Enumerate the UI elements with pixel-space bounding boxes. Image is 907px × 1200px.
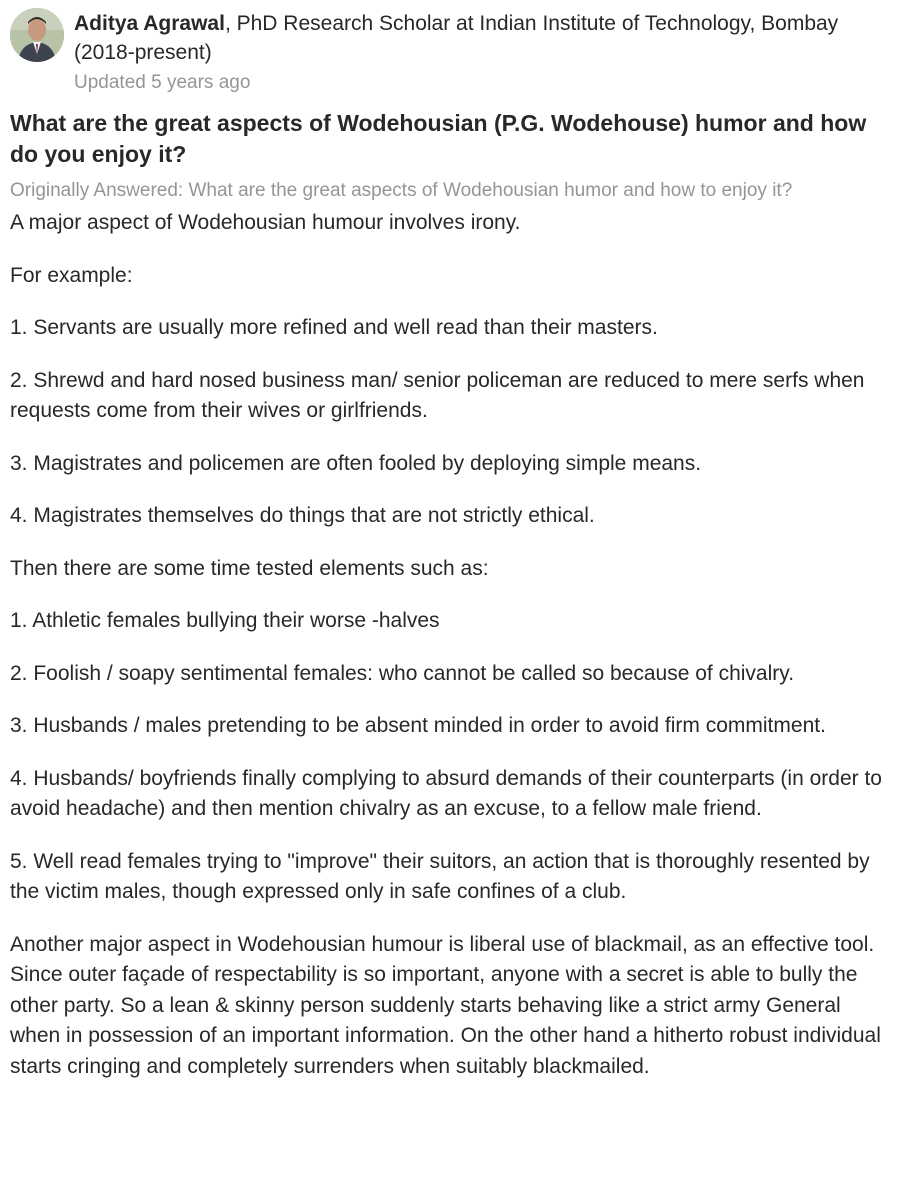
originally-answered-label: Originally Answered: (10, 180, 189, 201)
answer-paragraph: 1. Athletic females bullying their worse… (10, 609, 440, 632)
answer-paragraph: 2. Foolish / soapy sentimental females: … (10, 661, 795, 685)
author-name[interactable]: Aditya Agrawal (74, 12, 225, 35)
originally-answered-question[interactable]: What are the great aspects of Wodehousia… (188, 180, 792, 201)
answer-card: Aditya Agrawal, PhD Research Scholar at … (0, 0, 907, 1200)
answer-paragraph: 2. Shrewd and hard nosed business man/ s… (10, 368, 865, 423)
answer-paragraph: 4. Magistrates themselves do things that… (10, 504, 595, 527)
answer-paragraph: 5. Well read females trying to "improve"… (10, 849, 870, 904)
updated-timestamp[interactable]: Updated 5 years ago (74, 70, 893, 96)
answer-paragraph: 3. Husbands / males pretending to be abs… (10, 714, 826, 737)
avatar-photo-icon (10, 8, 64, 62)
answer-paragraph: 3. Magistrates and policemen are often f… (10, 451, 702, 475)
originally-answered: Originally Answered: What are the great … (10, 178, 893, 204)
author-line: Aditya Agrawal, PhD Research Scholar at … (74, 9, 893, 67)
answer-paragraph: A major aspect of Wodehousian humour inv… (10, 211, 521, 234)
answer-paragraph: 4. Husbands/ boyfriends finally complyin… (10, 766, 882, 821)
author-header: Aditya Agrawal, PhD Research Scholar at … (10, 0, 893, 96)
question-title[interactable]: What are the great aspects of Wodehousia… (10, 108, 893, 170)
answer-paragraph: 1. Servants are usually more refined and… (10, 316, 658, 339)
author-avatar[interactable] (10, 8, 64, 62)
answer-paragraph: Another major aspect in Wodehousian humo… (10, 932, 881, 1078)
answer-paragraph: For example: (10, 263, 133, 287)
answer-body: A major aspect of Wodehousian humour inv… (10, 208, 893, 1082)
author-info: Aditya Agrawal, PhD Research Scholar at … (74, 8, 893, 96)
answer-paragraph: Then there are some time tested elements… (10, 556, 489, 580)
